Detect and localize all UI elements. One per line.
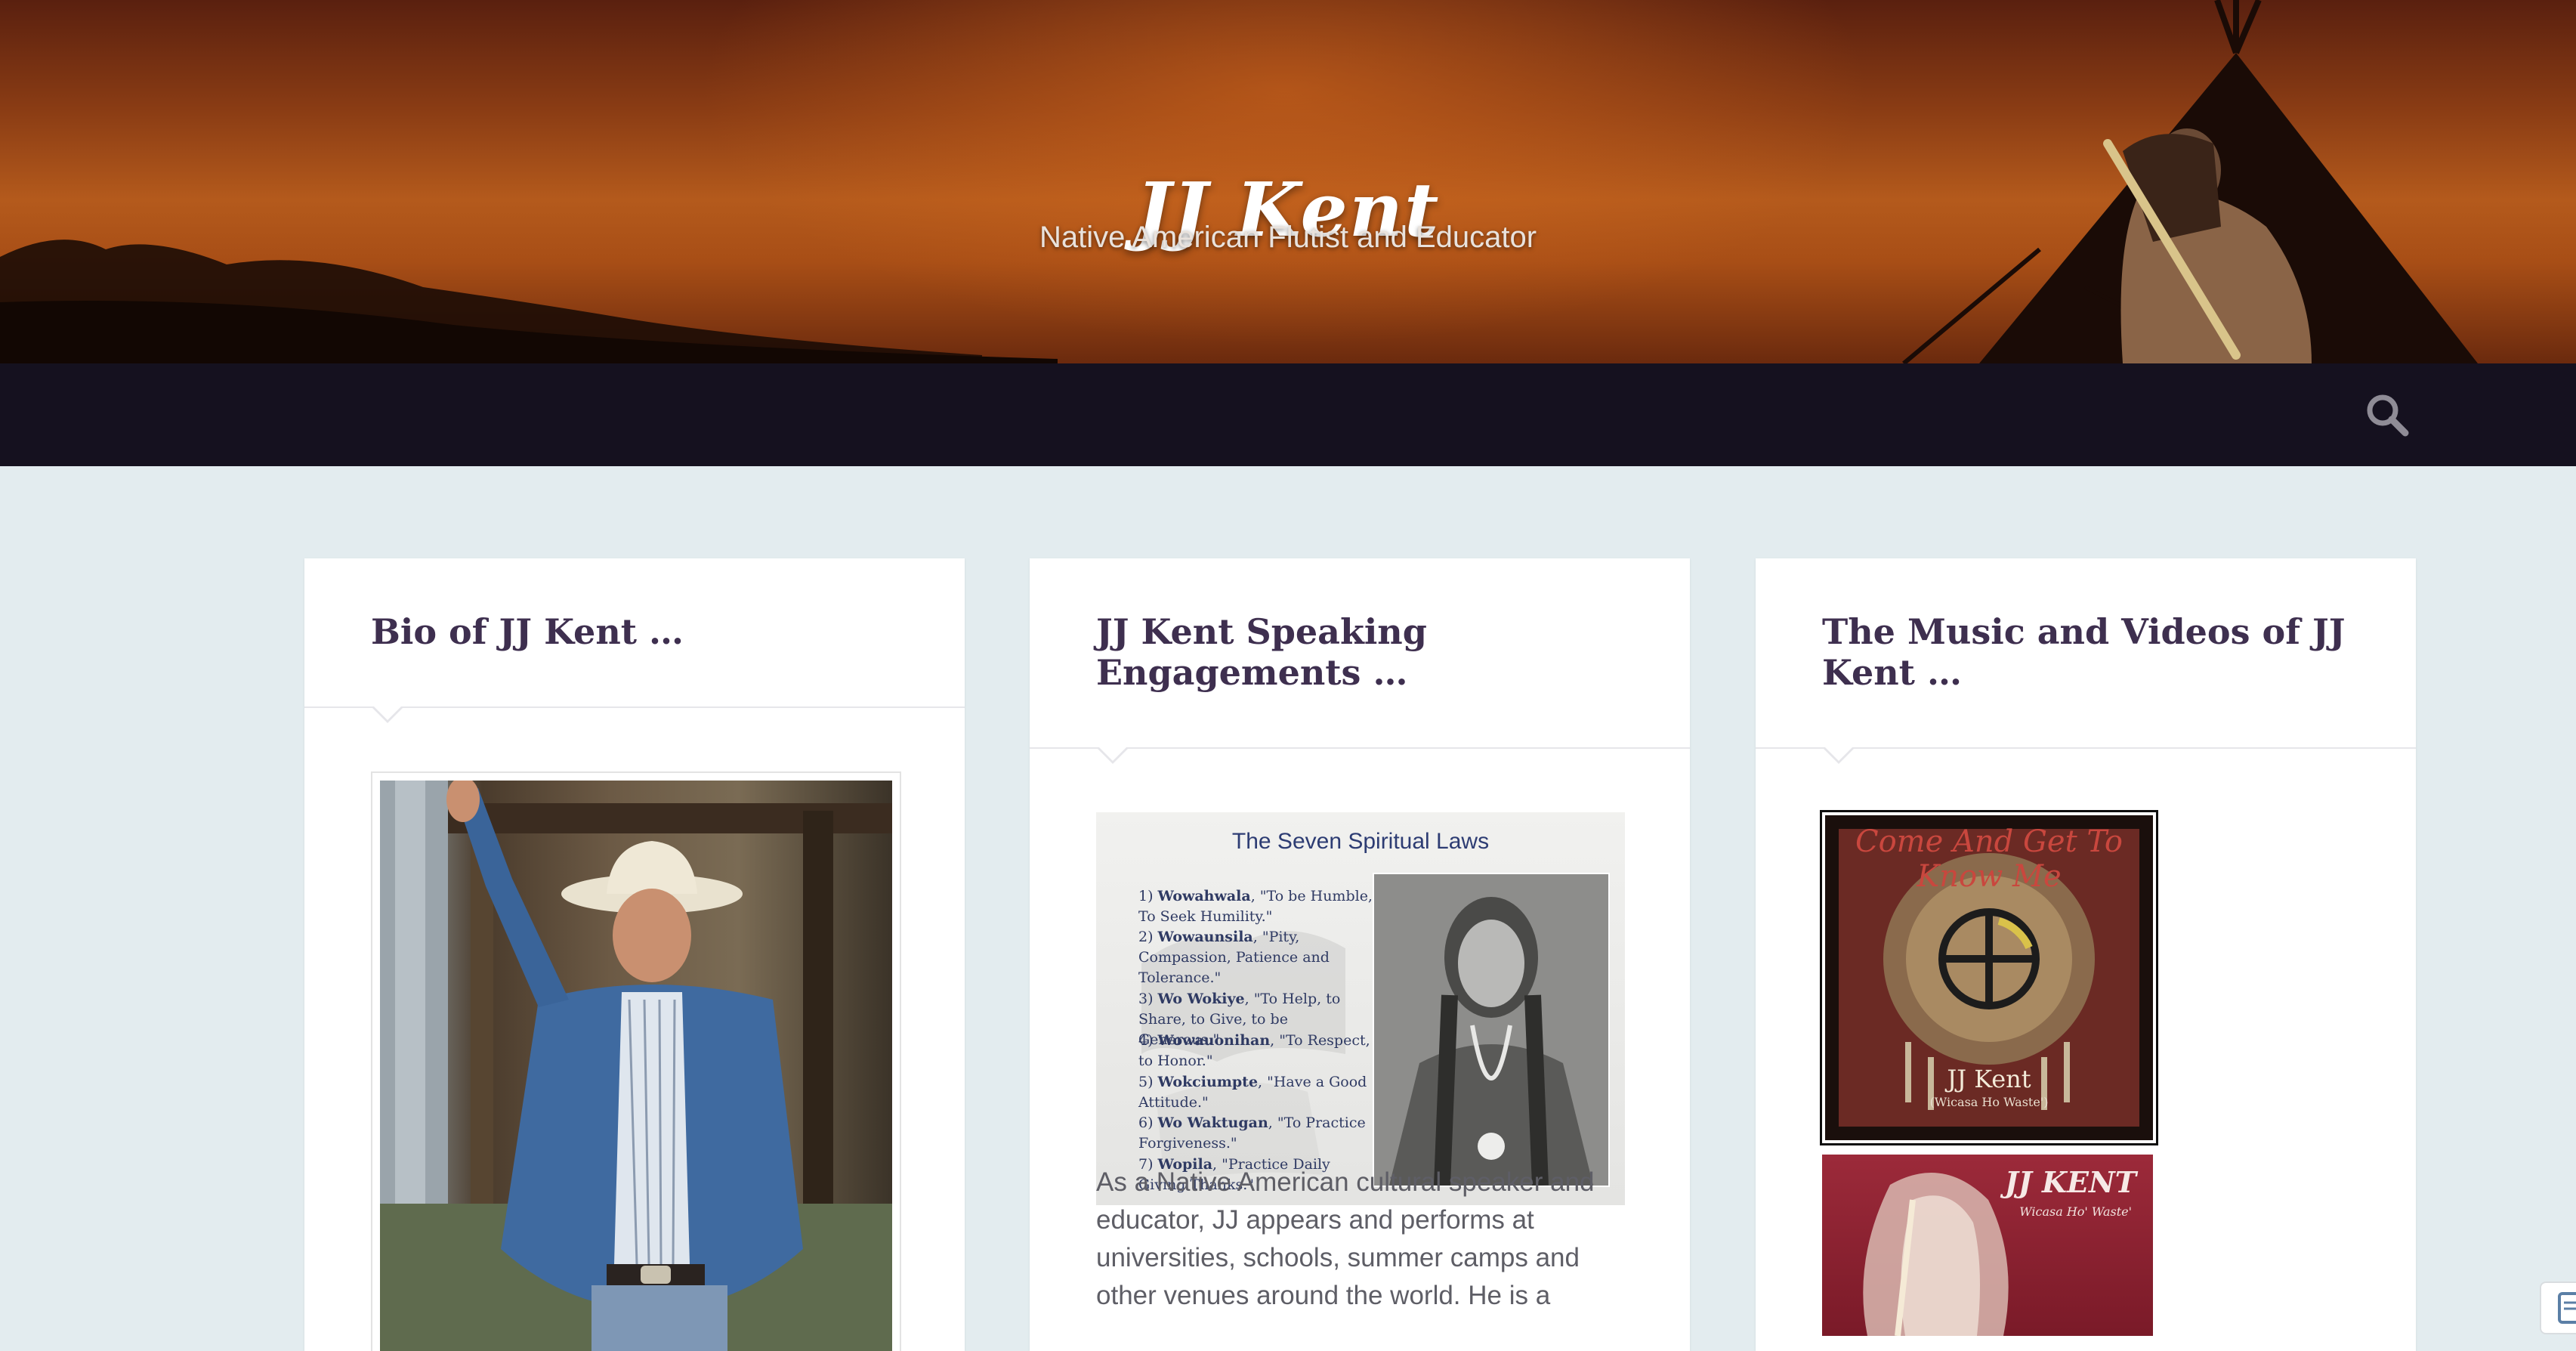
poster-title: The Seven Spiritual Laws bbox=[1231, 829, 1490, 854]
law-item: 1) Wowahwala, "To be Humble, To Seek Hum… bbox=[1138, 888, 1373, 925]
law-item: 5) Wokciumpte, "Have a Good Attitude." bbox=[1138, 1074, 1367, 1111]
featured-image-link[interactable] bbox=[371, 771, 901, 1351]
album-subtitle: (Wicasa Ho Waste') bbox=[1929, 1095, 2049, 1109]
post-title[interactable]: JJ Kent Speaking Engagements … bbox=[1096, 611, 1640, 693]
post-excerpt: As a Native American cultural speaker an… bbox=[1096, 1167, 1595, 1310]
search-toggle-button[interactable] bbox=[2363, 391, 2411, 439]
post-card-header: JJ Kent Speaking Engagements … bbox=[1030, 558, 1690, 764]
law-item: 6) Wo Waktugan, "To Practice Forgiveness… bbox=[1138, 1114, 1366, 1152]
album-title: Come And Get To Know Me bbox=[1855, 824, 2124, 894]
jj-kent-photo bbox=[380, 781, 892, 1351]
header-notch bbox=[371, 705, 404, 723]
law-item: 4) Wowauonihan, "To Respect, to Honor." bbox=[1138, 1032, 1370, 1069]
native-woman-portrait bbox=[1373, 873, 1610, 1187]
post-card-header: The Music and Videos of JJ Kent … bbox=[1756, 558, 2416, 764]
post-card-music: The Music and Videos of JJ Kent … Come A… bbox=[1756, 558, 2416, 1351]
seven-spiritual-laws-poster[interactable]: The Seven Spiritual Laws 1) Wowahwala, "… bbox=[1096, 812, 1625, 1205]
album-title: JJ KENT bbox=[2004, 1165, 2136, 1199]
main-navigation-bar bbox=[0, 363, 2576, 466]
follow-button[interactable] bbox=[2540, 1281, 2576, 1334]
album-cover-come-and-get-to-know-me[interactable]: Come And Get To Know Me JJ Kent (Wicasa … bbox=[1820, 810, 2158, 1145]
site-tagline: Native American Flutist and Educator bbox=[1039, 221, 1537, 254]
post-card-bio: Bio of JJ Kent … bbox=[304, 558, 965, 1351]
post-card-speaking: JJ Kent Speaking Engagements … The Seven… bbox=[1030, 558, 1690, 1351]
album-artist: JJ Kent bbox=[1947, 1065, 2031, 1093]
post-title[interactable]: The Music and Videos of JJ Kent … bbox=[1822, 611, 2366, 693]
post-card-header: Bio of JJ Kent … bbox=[304, 558, 965, 723]
header-notch bbox=[1096, 746, 1129, 764]
site-header: JJ Kent Native American Flutist and Educ… bbox=[0, 0, 2576, 363]
album-cover-jj-kent[interactable]: JJ KENT Wicasa Ho' Waste' bbox=[1822, 1155, 2153, 1336]
search-icon bbox=[2367, 394, 2409, 437]
law-item: 2) Wowaunsila, "Pity, Compassion, Patien… bbox=[1138, 929, 1330, 986]
reader-icon bbox=[2558, 1292, 2576, 1324]
album-subtitle: Wicasa Ho' Waste' bbox=[2019, 1204, 2132, 1219]
post-title[interactable]: Bio of JJ Kent … bbox=[371, 611, 915, 652]
header-notch bbox=[1822, 746, 1855, 764]
